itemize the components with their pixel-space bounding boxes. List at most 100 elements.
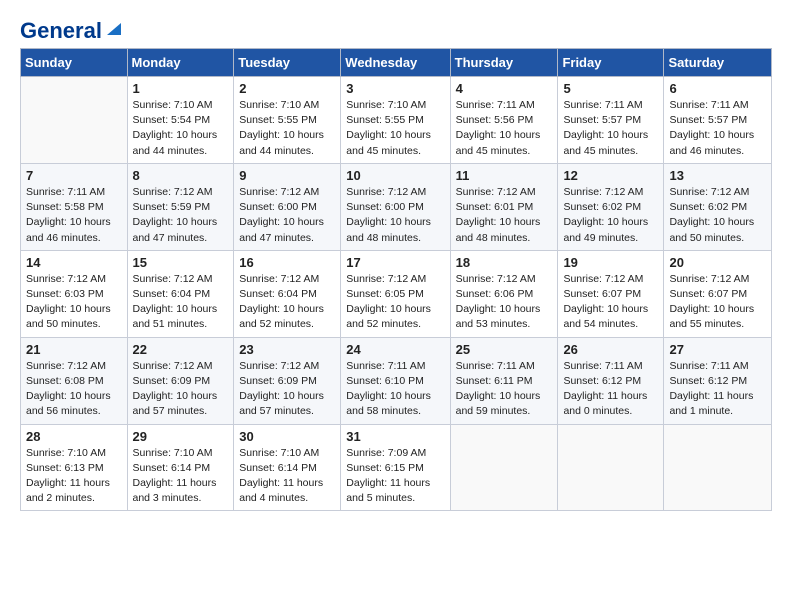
- day-number: 2: [239, 81, 335, 96]
- calendar-cell: 14 Sunrise: 7:12 AM Sunset: 6:03 PM Dayli…: [21, 250, 128, 337]
- calendar-cell: 9 Sunrise: 7:12 AM Sunset: 6:00 PM Daylig…: [234, 163, 341, 250]
- day-number: 10: [346, 168, 444, 183]
- day-info: Sunrise: 7:12 AM Sunset: 6:04 PM Dayligh…: [133, 272, 229, 333]
- day-info: Sunrise: 7:11 AM Sunset: 5:56 PM Dayligh…: [456, 98, 553, 159]
- day-info: Sunrise: 7:10 AM Sunset: 6:13 PM Dayligh…: [26, 446, 122, 507]
- calendar-header-monday: Monday: [127, 49, 234, 77]
- calendar-cell: 3 Sunrise: 7:10 AM Sunset: 5:55 PM Daylig…: [341, 77, 450, 164]
- day-number: 9: [239, 168, 335, 183]
- calendar-cell: 24 Sunrise: 7:11 AM Sunset: 6:10 PM Dayli…: [341, 337, 450, 424]
- day-info: Sunrise: 7:12 AM Sunset: 6:07 PM Dayligh…: [563, 272, 658, 333]
- calendar-table: SundayMondayTuesdayWednesdayThursdayFrid…: [20, 48, 772, 511]
- calendar-cell: 28Sunrise: 7:10 AM Sunset: 6:13 PM Dayli…: [21, 424, 128, 511]
- calendar-week-1: 1 Sunrise: 7:10 AM Sunset: 5:54 PM Daylig…: [21, 77, 772, 164]
- day-number: 31: [346, 429, 444, 444]
- day-number: 20: [669, 255, 766, 270]
- calendar-week-3: 14 Sunrise: 7:12 AM Sunset: 6:03 PM Dayli…: [21, 250, 772, 337]
- day-number: 8: [133, 168, 229, 183]
- page: General SundayMondayTuesdayWednesdayThur…: [0, 0, 792, 529]
- calendar-cell: 1 Sunrise: 7:10 AM Sunset: 5:54 PM Daylig…: [127, 77, 234, 164]
- day-info: Sunrise: 7:11 AM Sunset: 6:11 PM Dayligh…: [456, 359, 553, 420]
- calendar-cell: [21, 77, 128, 164]
- day-number: 17: [346, 255, 444, 270]
- day-info: Sunrise: 7:10 AM Sunset: 5:54 PM Dayligh…: [133, 98, 229, 159]
- calendar-cell: 21 Sunrise: 7:12 AM Sunset: 6:08 PM Dayli…: [21, 337, 128, 424]
- calendar-cell: 15 Sunrise: 7:12 AM Sunset: 6:04 PM Dayli…: [127, 250, 234, 337]
- day-number: 21: [26, 342, 122, 357]
- day-info: Sunrise: 7:10 AM Sunset: 6:14 PM Dayligh…: [239, 446, 335, 507]
- day-info: Sunrise: 7:10 AM Sunset: 6:14 PM Dayligh…: [133, 446, 229, 507]
- day-number: 3: [346, 81, 444, 96]
- day-number: 1: [133, 81, 229, 96]
- day-number: 18: [456, 255, 553, 270]
- calendar-header-sunday: Sunday: [21, 49, 128, 77]
- header: General: [20, 18, 772, 38]
- day-info: Sunrise: 7:12 AM Sunset: 6:04 PM Dayligh…: [239, 272, 335, 333]
- calendar-cell: 26 Sunrise: 7:11 AM Sunset: 6:12 PM Dayli…: [558, 337, 664, 424]
- day-number: 22: [133, 342, 229, 357]
- calendar-cell: 2 Sunrise: 7:10 AM Sunset: 5:55 PM Daylig…: [234, 77, 341, 164]
- day-info: Sunrise: 7:12 AM Sunset: 6:07 PM Dayligh…: [669, 272, 766, 333]
- day-info: Sunrise: 7:12 AM Sunset: 5:59 PM Dayligh…: [133, 185, 229, 246]
- day-info: Sunrise: 7:11 AM Sunset: 5:57 PM Dayligh…: [563, 98, 658, 159]
- day-number: 15: [133, 255, 229, 270]
- day-number: 23: [239, 342, 335, 357]
- calendar-cell: 8 Sunrise: 7:12 AM Sunset: 5:59 PM Daylig…: [127, 163, 234, 250]
- day-number: 14: [26, 255, 122, 270]
- day-info: Sunrise: 7:12 AM Sunset: 6:02 PM Dayligh…: [563, 185, 658, 246]
- calendar-cell: [450, 424, 558, 511]
- calendar-cell: 5Sunrise: 7:11 AM Sunset: 5:57 PM Daylig…: [558, 77, 664, 164]
- calendar-header-thursday: Thursday: [450, 49, 558, 77]
- day-info: Sunrise: 7:10 AM Sunset: 5:55 PM Dayligh…: [346, 98, 444, 159]
- calendar-cell: 16Sunrise: 7:12 AM Sunset: 6:04 PM Dayli…: [234, 250, 341, 337]
- day-number: 11: [456, 168, 553, 183]
- logo-general: General: [20, 18, 102, 44]
- day-info: Sunrise: 7:09 AM Sunset: 6:15 PM Dayligh…: [346, 446, 444, 507]
- calendar-cell: 23 Sunrise: 7:12 AM Sunset: 6:09 PM Dayli…: [234, 337, 341, 424]
- day-info: Sunrise: 7:11 AM Sunset: 6:10 PM Dayligh…: [346, 359, 444, 420]
- day-number: 24: [346, 342, 444, 357]
- day-number: 26: [563, 342, 658, 357]
- day-number: 4: [456, 81, 553, 96]
- day-info: Sunrise: 7:12 AM Sunset: 6:09 PM Dayligh…: [133, 359, 229, 420]
- calendar-cell: 27Sunrise: 7:11 AM Sunset: 6:12 PM Dayli…: [664, 337, 772, 424]
- calendar-cell: 30 Sunrise: 7:10 AM Sunset: 6:14 PM Dayli…: [234, 424, 341, 511]
- calendar-cell: 11Sunrise: 7:12 AM Sunset: 6:01 PM Dayli…: [450, 163, 558, 250]
- logo: General: [20, 18, 121, 38]
- day-info: Sunrise: 7:12 AM Sunset: 6:00 PM Dayligh…: [239, 185, 335, 246]
- day-info: Sunrise: 7:12 AM Sunset: 6:03 PM Dayligh…: [26, 272, 122, 333]
- calendar-header-saturday: Saturday: [664, 49, 772, 77]
- calendar-cell: 13 Sunrise: 7:12 AM Sunset: 6:02 PM Dayli…: [664, 163, 772, 250]
- day-info: Sunrise: 7:12 AM Sunset: 6:02 PM Dayligh…: [669, 185, 766, 246]
- day-info: Sunrise: 7:12 AM Sunset: 6:05 PM Dayligh…: [346, 272, 444, 333]
- day-info: Sunrise: 7:11 AM Sunset: 5:58 PM Dayligh…: [26, 185, 122, 246]
- calendar-week-2: 7 Sunrise: 7:11 AM Sunset: 5:58 PM Daylig…: [21, 163, 772, 250]
- calendar-cell: 7 Sunrise: 7:11 AM Sunset: 5:58 PM Daylig…: [21, 163, 128, 250]
- calendar-cell: [558, 424, 664, 511]
- day-number: 12: [563, 168, 658, 183]
- calendar-header-row: SundayMondayTuesdayWednesdayThursdayFrid…: [21, 49, 772, 77]
- calendar-cell: 31 Sunrise: 7:09 AM Sunset: 6:15 PM Dayli…: [341, 424, 450, 511]
- day-number: 30: [239, 429, 335, 444]
- day-info: Sunrise: 7:12 AM Sunset: 6:08 PM Dayligh…: [26, 359, 122, 420]
- day-number: 13: [669, 168, 766, 183]
- calendar-cell: 6 Sunrise: 7:11 AM Sunset: 5:57 PM Daylig…: [664, 77, 772, 164]
- calendar-cell: 20 Sunrise: 7:12 AM Sunset: 6:07 PM Dayli…: [664, 250, 772, 337]
- calendar-cell: 4 Sunrise: 7:11 AM Sunset: 5:56 PM Daylig…: [450, 77, 558, 164]
- day-info: Sunrise: 7:10 AM Sunset: 5:55 PM Dayligh…: [239, 98, 335, 159]
- calendar-week-4: 21 Sunrise: 7:12 AM Sunset: 6:08 PM Dayli…: [21, 337, 772, 424]
- day-number: 19: [563, 255, 658, 270]
- calendar-cell: 19 Sunrise: 7:12 AM Sunset: 6:07 PM Dayli…: [558, 250, 664, 337]
- calendar-header-friday: Friday: [558, 49, 664, 77]
- day-info: Sunrise: 7:11 AM Sunset: 6:12 PM Dayligh…: [563, 359, 658, 420]
- day-info: Sunrise: 7:12 AM Sunset: 6:06 PM Dayligh…: [456, 272, 553, 333]
- day-number: 6: [669, 81, 766, 96]
- calendar-cell: [664, 424, 772, 511]
- logo-triangle-icon: [103, 19, 121, 37]
- day-info: Sunrise: 7:11 AM Sunset: 5:57 PM Dayligh…: [669, 98, 766, 159]
- day-number: 7: [26, 168, 122, 183]
- calendar-header-wednesday: Wednesday: [341, 49, 450, 77]
- day-info: Sunrise: 7:12 AM Sunset: 6:09 PM Dayligh…: [239, 359, 335, 420]
- day-info: Sunrise: 7:12 AM Sunset: 6:00 PM Dayligh…: [346, 185, 444, 246]
- calendar-cell: 17 Sunrise: 7:12 AM Sunset: 6:05 PM Dayli…: [341, 250, 450, 337]
